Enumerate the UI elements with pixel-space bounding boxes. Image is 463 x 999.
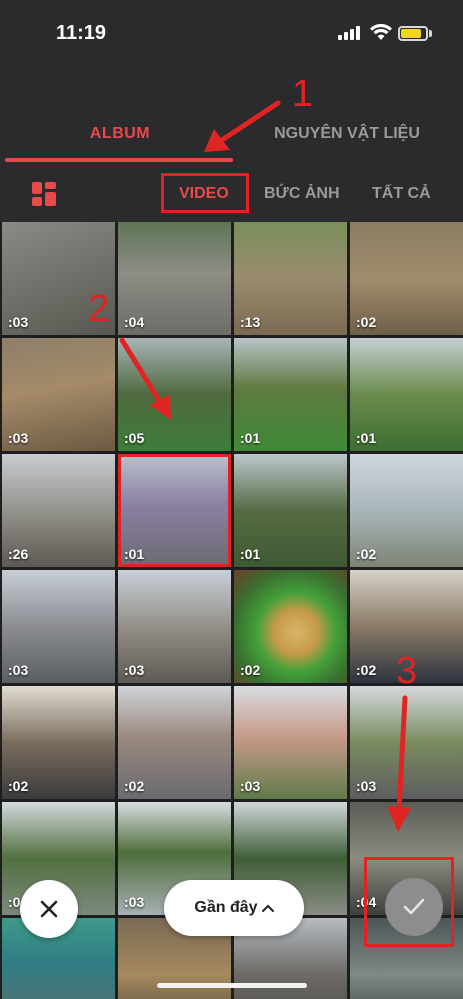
chevron-up-icon [261,904,274,912]
recent-album-label: Gần đây [194,899,258,916]
video-thumbnail[interactable]: :04 [118,222,231,335]
active-tab-indicator [5,158,233,162]
video-duration: :03 [124,894,145,910]
video-thumbnail[interactable]: :01 [234,338,347,451]
wifi-icon [370,24,392,40]
video-duration: :01 [356,430,377,446]
annotation-step-2: 2 [88,288,110,330]
video-thumbnail[interactable]: :02 [350,454,463,567]
header-tabs: ALBUM NGUYÊN VẬT LIỆU [0,70,463,165]
video-thumbnail[interactable]: :03 [118,570,231,683]
video-thumbnail[interactable]: :01 [350,338,463,451]
video-duration: :01 [124,546,145,562]
thumbnail-image [118,454,231,567]
video-duration: :04 [124,314,145,330]
video-duration: :03 [8,662,29,678]
video-duration: :01 [240,546,261,562]
close-icon [40,900,58,918]
status-bar: 11:19 [0,0,463,70]
close-button[interactable] [20,880,78,938]
video-duration: :03 [356,778,377,794]
video-duration: :03 [124,662,145,678]
video-duration: :02 [124,778,145,794]
filter-photo[interactable]: BỨC ẢNH [264,185,340,203]
video-duration: :05 [124,430,145,446]
video-thumbnail[interactable]: :03 [234,686,347,799]
video-thumbnail[interactable]: :03 [2,338,115,451]
status-time: 11:19 [56,22,107,44]
layout-grid-icon[interactable] [32,182,56,206]
video-thumbnail[interactable]: :02 [2,686,115,799]
home-indicator [157,983,307,988]
video-duration: :02 [240,662,261,678]
video-duration: :13 [240,314,261,330]
filter-all[interactable]: TẤT CẢ [372,185,431,203]
cellular-signal-icon [338,26,362,40]
annotation-step-1: 1 [292,73,314,115]
video-duration: :26 [8,546,29,562]
video-thumbnail[interactable]: :02 [350,222,463,335]
recent-album-button[interactable]: Gần đây [164,880,304,936]
video-duration: :02 [356,662,377,678]
video-thumbnail[interactable]: :03 [350,686,463,799]
video-duration: :02 [356,546,377,562]
video-thumbnail[interactable]: :03 [2,570,115,683]
confirm-highlight [364,857,454,947]
video-thumbnail[interactable]: :26 [2,454,115,567]
video-duration: :03 [240,778,261,794]
video-duration: :03 [8,314,29,330]
video-filter-highlight [161,173,249,213]
video-thumbnail[interactable]: :01 [234,454,347,567]
video-duration: :01 [240,430,261,446]
video-duration: :03 [8,430,29,446]
battery-icon [398,26,428,41]
video-duration: :02 [356,314,377,330]
video-thumbnail-selected[interactable]: :01 [118,454,231,567]
video-thumbnail[interactable]: :05 [118,338,231,451]
annotation-step-3: 3 [396,650,418,692]
video-thumbnail[interactable]: :02 [118,686,231,799]
tab-materials[interactable]: NGUYÊN VẬT LIỆU [262,125,432,143]
tab-album[interactable]: ALBUM [60,125,180,143]
video-duration: :02 [8,778,29,794]
video-thumbnail[interactable]: :13 [234,222,347,335]
video-thumbnail[interactable]: :02 [234,570,347,683]
